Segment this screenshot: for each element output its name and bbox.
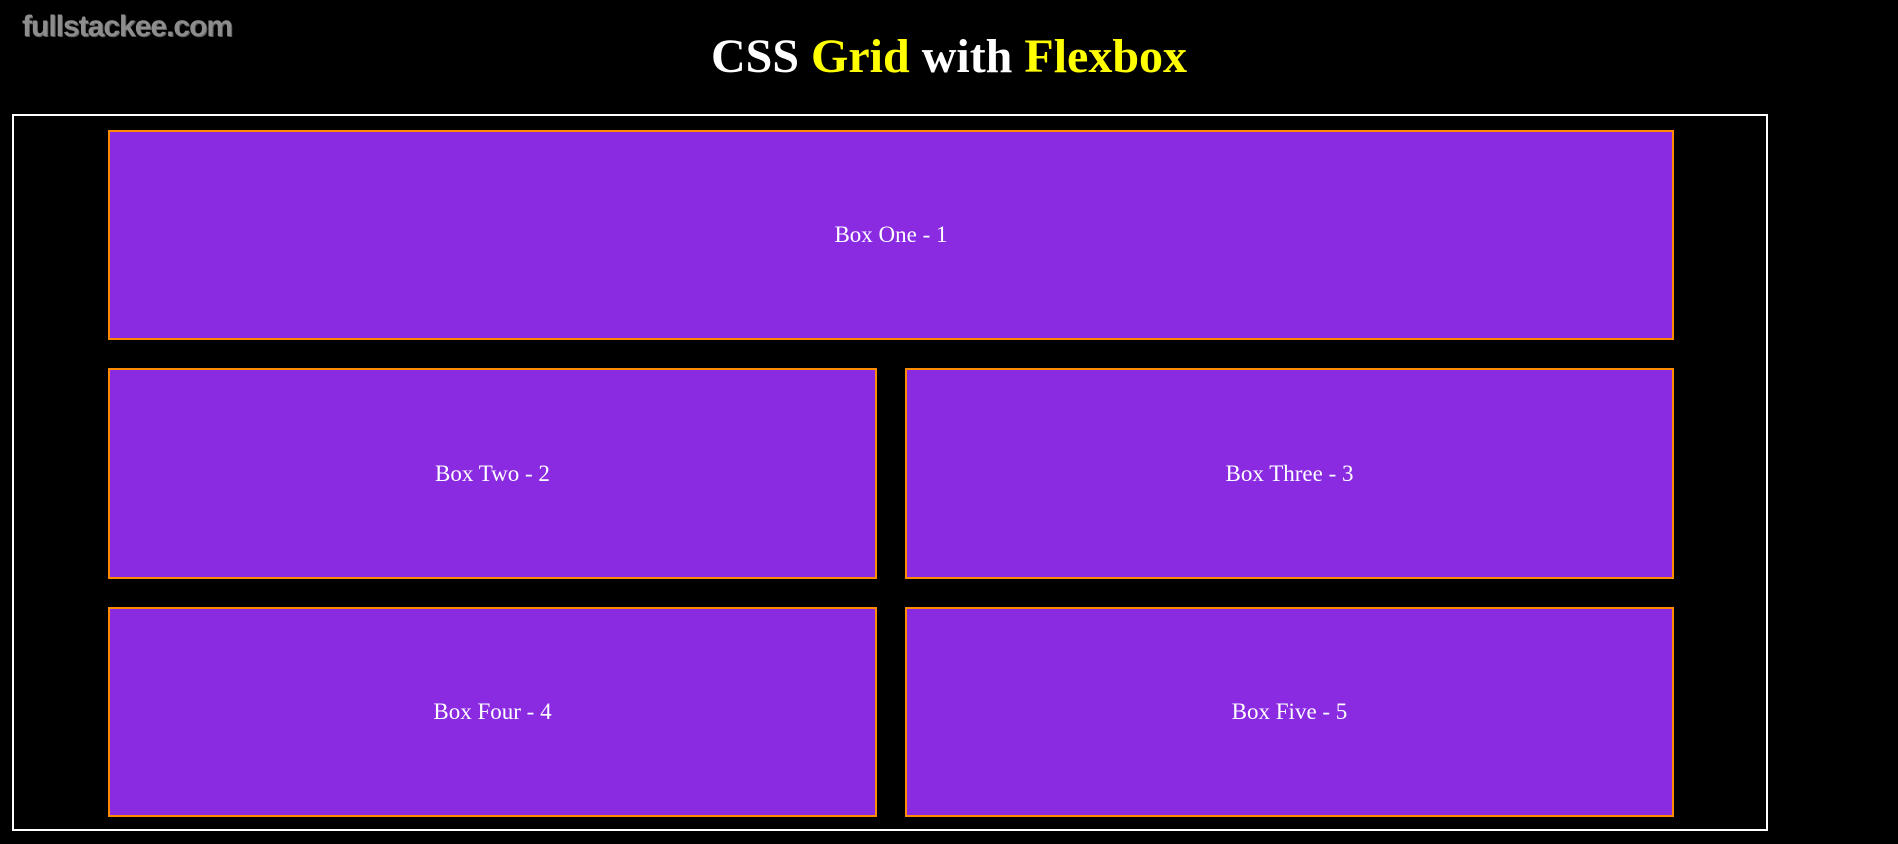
title-flexbox-text: Flexbox <box>1024 30 1188 83</box>
box-three: Box Three - 3 <box>905 368 1674 579</box>
title-grid-text: Grid <box>811 30 910 83</box>
box-one-label: Box One - 1 <box>834 222 948 247</box>
title-css-text: CSS <box>710 30 812 83</box>
title-with-text: with <box>909 30 1025 83</box>
box-three-label: Box Three - 3 <box>1225 460 1354 486</box>
box-two-label: Box Two - 2 <box>435 460 550 486</box>
box-two: Box Two - 2 <box>108 368 877 579</box>
box-five: Box Five - 5 <box>905 607 1674 817</box>
box-four: Box Four - 4 <box>108 607 877 817</box>
box-five-label: Box Five - 5 <box>1231 699 1348 724</box>
page-title: CSS Grid with Flexbox <box>0 28 1898 86</box>
box-one: Box One - 1 <box>108 130 1674 340</box>
box-four-label: Box Four - 4 <box>433 699 552 724</box>
